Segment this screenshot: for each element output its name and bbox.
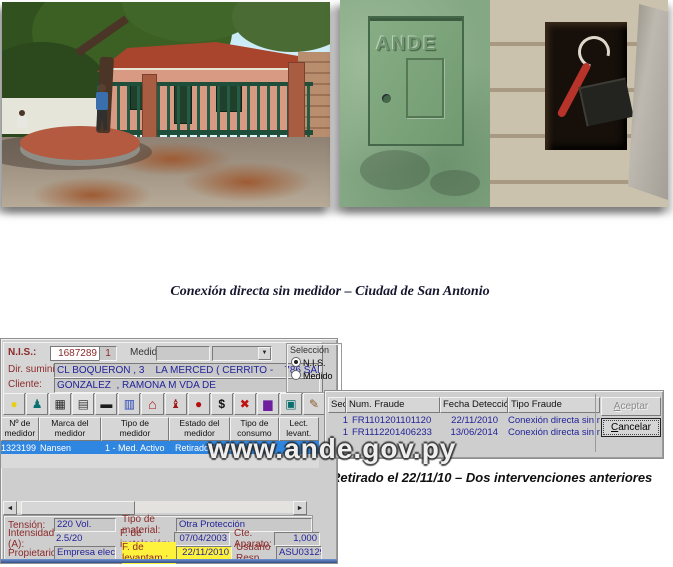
instalacion-value: 07/04/2003	[174, 532, 230, 546]
bulb-icon[interactable]: ●	[3, 393, 25, 415]
column-header[interactable]: Tipo demedidor	[101, 417, 168, 441]
chart-icon[interactable]: ▆	[257, 393, 279, 415]
delete-icon[interactable]: ✖	[234, 393, 256, 415]
medidor-field[interactable]	[156, 346, 210, 361]
meter-box-photo: ANDE	[340, 0, 668, 207]
dirt-patch	[32, 177, 152, 207]
book-icon[interactable]: ▥	[118, 393, 140, 415]
propietario-label: Propietario:	[8, 548, 54, 559]
inspector-icon[interactable]: ♝	[165, 393, 187, 415]
cancelar-button[interactable]: Cancelar	[601, 418, 661, 437]
cliente-label: Cliente:	[8, 379, 42, 390]
window-bottom-border	[1, 559, 337, 563]
chevron-down-icon[interactable]: ▼	[258, 347, 271, 360]
home-icon[interactable]: ⌂	[141, 393, 163, 415]
gate-pillar	[288, 62, 305, 140]
propietario-value: Empresa elec.	[54, 546, 116, 560]
retirado-caption: Retirado el 22/11/10 – Dos intervencione…	[331, 470, 652, 485]
seleccion-group: Selección N.I.S. Medido	[286, 343, 342, 393]
background-trees	[232, 2, 330, 52]
scroll-right-icon[interactable]: ►	[293, 501, 307, 515]
aceptar-button[interactable]: Aceptar	[601, 397, 661, 416]
seleccion-title: Selección	[287, 344, 341, 355]
house-photo	[2, 2, 330, 207]
ande-meter-box: ANDE	[340, 0, 490, 207]
person-sitting	[16, 110, 28, 128]
fence-rail	[97, 82, 313, 86]
meter-icon[interactable]: ▦	[49, 393, 71, 415]
column-header[interactable]: Marca delmedidor	[39, 417, 102, 441]
clipboard-icon[interactable]: ♟	[26, 393, 48, 415]
cte-value: 1,000	[274, 532, 320, 546]
column-header[interactable]: Sec.	[328, 397, 346, 413]
pencil-icon[interactable]: ✎	[303, 393, 325, 415]
horizontal-scrollbar[interactable]: ◄ ►	[3, 501, 307, 513]
photo-caption: Conexión directa sin medidor – Ciudad de…	[130, 284, 530, 300]
meter-details-panel: Tensión: 220 Vol. Tipo de material: Otra…	[3, 515, 313, 561]
fraud-row[interactable]: 1 FR1101201101120 22/11/2010 Conexión di…	[328, 415, 600, 426]
usuario-value: ASU03129	[276, 546, 322, 560]
ande-embossed-label: ANDE	[376, 34, 438, 56]
stain	[360, 150, 430, 190]
radio-medidor[interactable]: Medido	[287, 368, 341, 381]
column-header[interactable]: Fecha Detección	[440, 397, 508, 413]
list-divider	[595, 394, 596, 452]
dir-suministro-field[interactable]: CL BOQUERON , 3 LA MERCED ( CERRITO - 78…	[54, 363, 320, 378]
column-header[interactable]: Tipo Fraude	[508, 397, 600, 413]
page: ANDE Conexión directa sin medidor – Ciud…	[0, 0, 673, 567]
radio-selected-icon[interactable]	[291, 357, 301, 367]
nis-suffix-field[interactable]: 1	[99, 346, 117, 361]
dirt-patch	[182, 162, 312, 202]
scrollbar-thumb[interactable]	[21, 501, 135, 515]
fraud-table-header: Sec. Num. Fraude Fecha Detección Tipo Fr…	[328, 397, 600, 413]
meter-box-door: ANDE	[368, 16, 464, 146]
column-header[interactable]: Nº demedidor	[1, 417, 39, 441]
stain	[430, 170, 480, 196]
medidor-dropdown[interactable]: ▼	[212, 346, 272, 361]
screen-icon[interactable]: ▣	[280, 393, 302, 415]
bell-icon[interactable]: ●	[188, 393, 210, 415]
dollar-icon[interactable]: $	[211, 393, 233, 415]
tree-planter	[20, 126, 140, 160]
cliente-field[interactable]: GONZALEZ , RAMONA M VDA DE	[54, 378, 320, 393]
card-icon[interactable]: ▬	[95, 393, 117, 415]
toolbar: ● ♟ ▦ ▤ ▬ ▥ ⌂ ♝ ● $ ✖ ▆ ▣ ✎	[1, 393, 325, 416]
scratched-emblem	[406, 58, 444, 118]
nis-input[interactable]: 1687289	[50, 346, 100, 361]
customer-fields-panel: N.I.S.: 1687289 1 Medidor ▼ Dir. suminis…	[3, 342, 323, 394]
tension-value: 220 Vol.	[54, 518, 116, 532]
watermark: www.ande.gov.py	[208, 433, 456, 465]
nis-label: N.I.S.:	[8, 347, 36, 358]
keyhole	[382, 94, 391, 103]
scroll-left-icon[interactable]: ◄	[3, 501, 17, 515]
radio-icon[interactable]	[291, 370, 301, 380]
radio-nis[interactable]: N.I.S.	[287, 355, 341, 368]
gate-pillar	[142, 74, 157, 138]
printer-icon[interactable]: ▤	[72, 393, 94, 415]
person-walking	[94, 84, 110, 132]
levantam-value: 22/11/2010	[176, 546, 232, 560]
intensidad-value: 2.5/20	[54, 533, 114, 545]
column-header[interactable]: Num. Fraude	[346, 397, 440, 413]
